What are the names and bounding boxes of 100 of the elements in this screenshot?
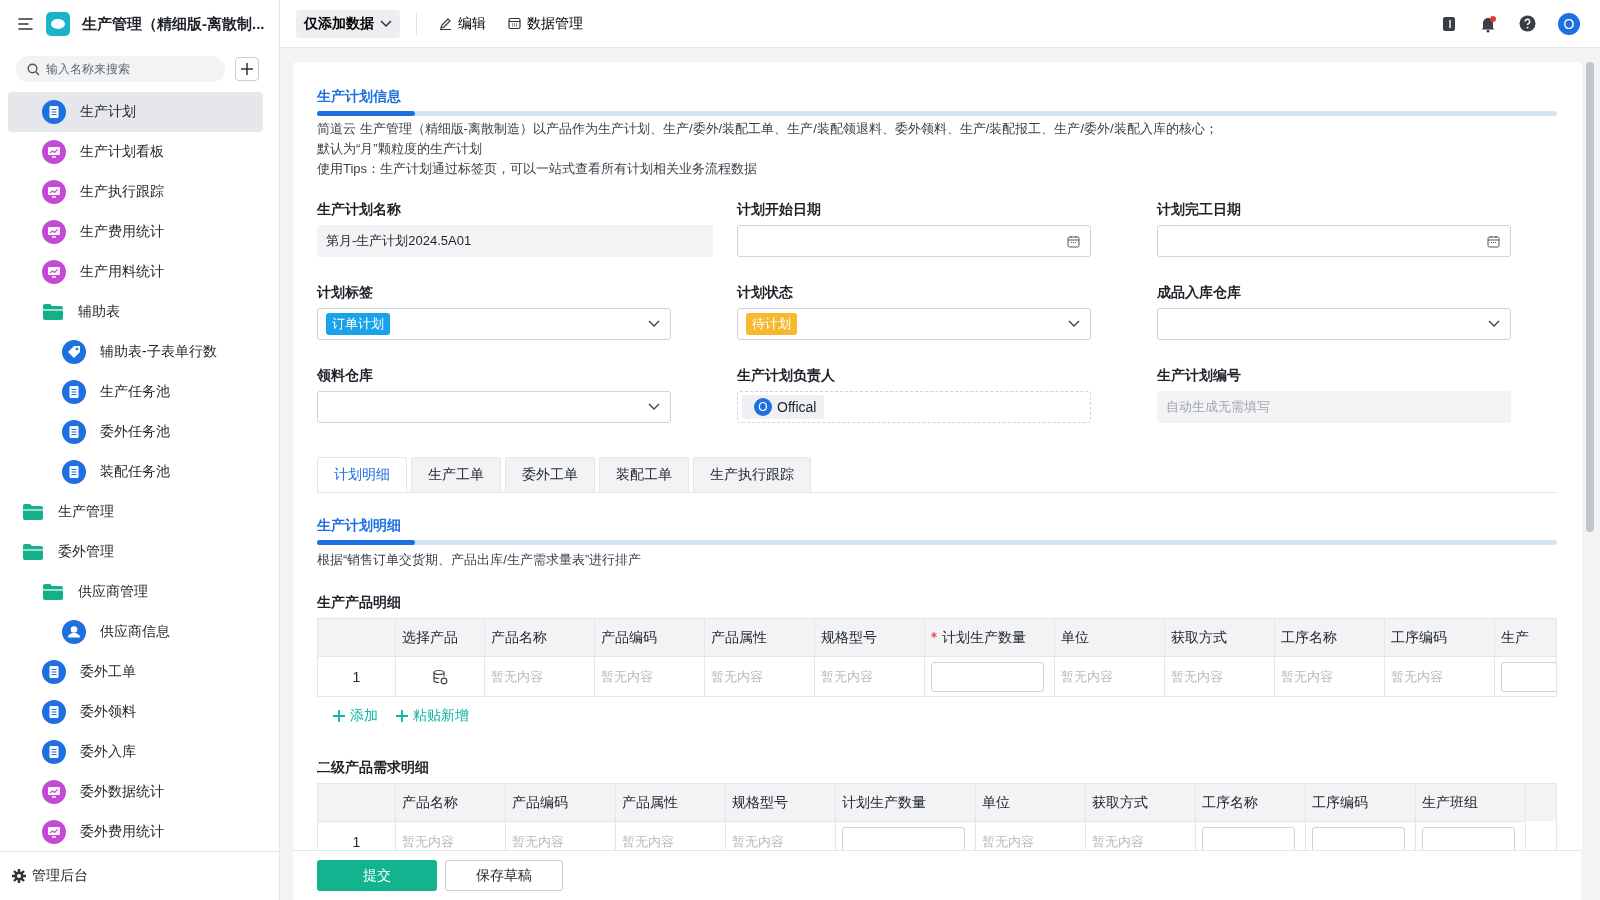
status-tag: 订单计划 (326, 313, 390, 335)
sidebar-item[interactable]: 委外入库 (8, 732, 263, 772)
sidebar-item[interactable]: 委外管理 (8, 532, 263, 572)
sidebar-item[interactable]: 生产计划看板 (8, 132, 263, 172)
folder-icon (42, 303, 64, 321)
admin-link[interactable]: 管理后台 (32, 867, 88, 885)
table-cell: 暂无内容 (1092, 832, 1144, 850)
date-field[interactable] (737, 225, 1091, 257)
table-title: 二级产品需求明细 (317, 759, 430, 777)
column-header: 获取方式 (1092, 793, 1148, 812)
cell-input[interactable] (931, 661, 1044, 692)
column-header: 工序名称 (1281, 628, 1337, 647)
scrollbar[interactable] (1586, 62, 1594, 532)
cell-input[interactable] (1202, 826, 1295, 850)
sidebar-item[interactable]: 委外数据统计 (8, 772, 263, 812)
database-icon[interactable] (432, 668, 448, 685)
chevron-down-icon (648, 403, 660, 411)
search-icon (27, 63, 40, 76)
chevron-down-icon (1068, 320, 1080, 328)
cell-input[interactable] (842, 826, 965, 850)
folder-icon (22, 543, 44, 561)
table-cell: 暂无内容 (491, 667, 543, 686)
sidebar-item[interactable]: 辅助表-子表单行数 (8, 332, 263, 372)
search-field[interactable]: 输入名称来搜索 (16, 56, 225, 82)
sidebar-item[interactable]: 生产用料统计 (8, 252, 263, 292)
sidebar-item[interactable]: 辅助表 (8, 292, 263, 332)
status-tag: 待计划 (746, 313, 797, 335)
tab[interactable]: 装配工单 (599, 457, 689, 492)
notebook-icon[interactable] (1441, 15, 1457, 32)
tab[interactable]: 生产工单 (411, 457, 501, 492)
document-icon (62, 380, 86, 404)
required-icon (931, 631, 937, 638)
column-header: 选择产品 (402, 628, 458, 647)
field-label: 计划标签 (317, 284, 374, 302)
sidebar-item[interactable]: 装配任务池 (8, 452, 263, 492)
sidebar-item[interactable]: 生产计划 (8, 92, 263, 132)
app-logo-icon (46, 12, 70, 36)
column-header: 产品编码 (512, 793, 568, 812)
document-icon (42, 660, 66, 684)
plus-icon (333, 710, 345, 722)
column-header: 产品属性 (711, 628, 767, 647)
select-field[interactable] (317, 391, 671, 423)
field-label: 领料仓库 (317, 367, 374, 385)
add-button[interactable] (235, 57, 259, 81)
help-icon[interactable] (1519, 15, 1536, 32)
tab[interactable]: 委外工单 (505, 457, 595, 492)
cell-input[interactable] (1422, 826, 1515, 850)
description-text: 默认为“月”颗粒度的生产计划 (317, 140, 483, 158)
data-management-button[interactable]: 数据管理 (502, 14, 589, 33)
table-cell: 暂无内容 (1171, 667, 1223, 686)
table-cell: 暂无内容 (821, 667, 873, 686)
chart-screen-icon (42, 780, 66, 804)
member-field[interactable]: O Offical (737, 391, 1091, 423)
pencil-icon (439, 17, 452, 30)
description-text: 简道云 生产管理（精细版-离散制造）以产品作为生产计划、生产/委外/装配工单、生产/装配领退料、委外领料、生产/装配报工、生产/委外/装配入库的核心； (317, 120, 1219, 138)
chevron-down-icon (648, 320, 660, 328)
date-field[interactable] (1157, 225, 1511, 257)
folder-icon (22, 503, 44, 521)
sidebar-item[interactable]: 委外工单 (8, 652, 263, 692)
table-title: 生产产品明细 (317, 594, 402, 612)
tab[interactable]: 生产执行跟踪 (693, 457, 811, 492)
sidebar-item[interactable]: 生产管理 (8, 492, 263, 532)
table-cell: 暂无内容 (732, 832, 784, 850)
field-label: 生产计划名称 (317, 201, 402, 219)
save-draft-button[interactable]: 保存草稿 (445, 860, 563, 891)
settings-icon[interactable] (12, 869, 26, 883)
text-field[interactable]: 第月-生产计划2024.5A01 (317, 225, 713, 257)
menu-icon[interactable] (18, 17, 34, 31)
notification-icon[interactable] (1479, 14, 1497, 33)
column-header: 计划生产数量 (931, 628, 1026, 647)
sidebar-item[interactable]: 委外费用统计 (8, 812, 263, 851)
tab[interactable]: 计划明细 (317, 457, 407, 492)
sidebar-item[interactable]: 生产费用统计 (8, 212, 263, 252)
column-header: 产品名称 (491, 628, 547, 647)
sidebar-item[interactable]: 委外领料 (8, 692, 263, 732)
sidebar-item[interactable]: 委外任务池 (8, 412, 263, 452)
calendar-grid-icon (508, 17, 521, 30)
chart-screen-icon (42, 180, 66, 204)
column-header: 计划生产数量 (842, 793, 926, 812)
select-field[interactable] (1157, 308, 1511, 340)
sidebar-item[interactable]: 生产任务池 (8, 372, 263, 412)
sidebar-item[interactable]: 供应商信息 (8, 612, 263, 652)
document-icon (42, 740, 66, 764)
document-icon (42, 100, 66, 124)
column-header: 规格型号 (732, 793, 788, 812)
row-number: 1 (352, 833, 361, 850)
user-avatar[interactable]: O (1558, 12, 1580, 35)
user-icon (62, 620, 86, 644)
document-icon (42, 700, 66, 724)
edit-button[interactable]: 编辑 (433, 14, 492, 33)
chart-screen-icon (42, 220, 66, 244)
mode-dropdown[interactable]: 仅添加数据 (296, 9, 400, 38)
cell-input[interactable] (1312, 826, 1405, 850)
chevron-down-icon (1488, 320, 1500, 328)
field-label: 成品入库仓库 (1157, 284, 1242, 302)
chart-screen-icon (42, 260, 66, 284)
sidebar-item[interactable]: 供应商管理 (8, 572, 263, 612)
sidebar-item[interactable]: 生产执行跟踪 (8, 172, 263, 212)
table-cell: 暂无内容 (1391, 667, 1443, 686)
tag-icon (62, 340, 86, 364)
